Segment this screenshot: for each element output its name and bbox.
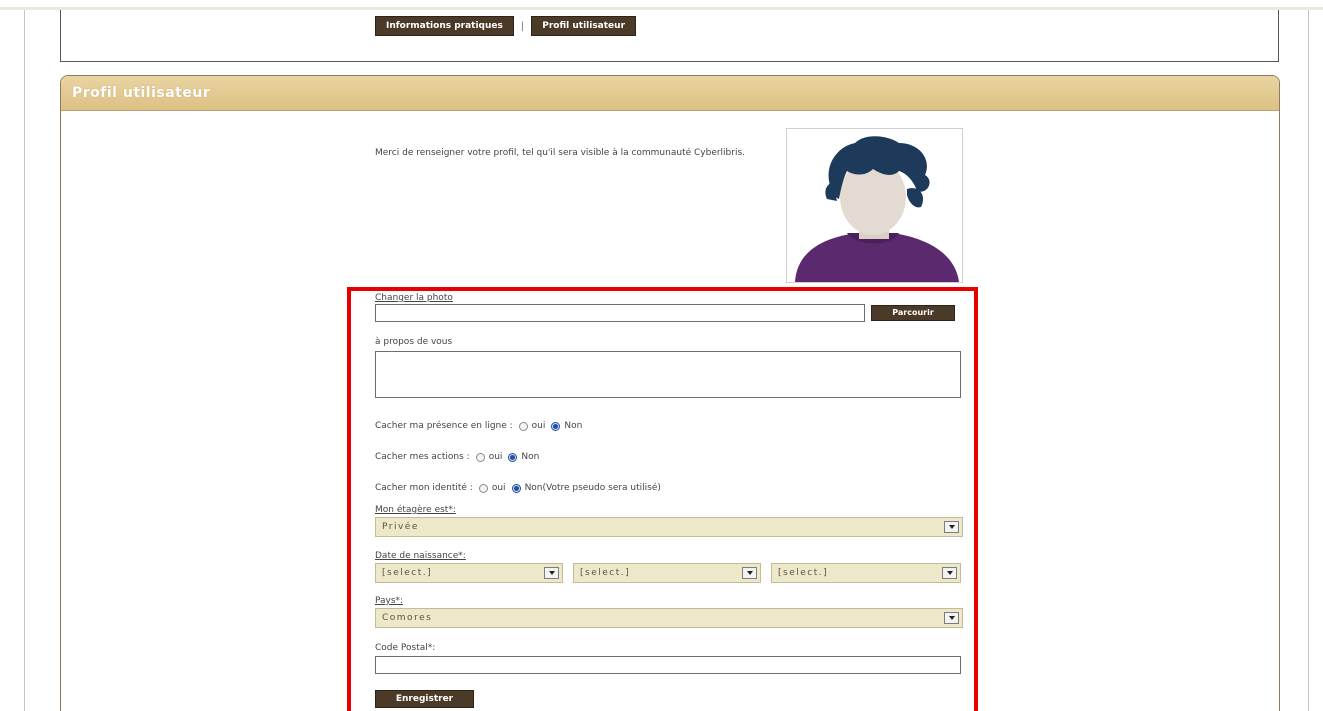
postal-input[interactable] xyxy=(375,656,961,674)
browse-button[interactable]: Parcourir xyxy=(871,305,955,321)
hide-actions-label: Cacher mes actions : xyxy=(375,452,470,462)
hide-actions-yes-radio[interactable] xyxy=(475,452,485,462)
tab-profil-utilisateur[interactable]: Profil utilisateur xyxy=(531,16,637,36)
hide-presence-no-label: Non xyxy=(564,421,583,431)
chevron-down-icon[interactable] xyxy=(942,567,957,579)
hide-identity-no-radio[interactable] xyxy=(511,483,521,493)
profile-photo xyxy=(786,128,963,283)
postal-label: Code Postal*: xyxy=(375,643,436,653)
avatar-icon xyxy=(787,129,962,282)
intro-text: Merci de renseigner votre profil, tel qu… xyxy=(375,148,746,158)
page: Informations pratiques | Profil utilisat… xyxy=(0,0,1323,711)
top-nav: Informations pratiques | Profil utilisat… xyxy=(375,16,637,36)
chevron-down-icon[interactable] xyxy=(544,567,559,579)
country-label: Pays*: xyxy=(375,596,404,606)
hide-presence-row: Cacher ma présence en ligne : oui Non xyxy=(375,420,582,432)
hide-presence-label: Cacher ma présence en ligne : xyxy=(375,421,513,431)
shelf-label: Mon étagère est*: xyxy=(375,505,456,515)
left-border xyxy=(24,10,25,711)
birth-year-select[interactable]: [select.] xyxy=(771,563,961,583)
about-label: à propos de vous xyxy=(375,337,453,347)
hide-actions-no-radio[interactable] xyxy=(508,452,518,462)
tab-informations-pratiques[interactable]: Informations pratiques xyxy=(375,16,514,36)
hide-identity-label: Cacher mon identité : xyxy=(375,483,473,493)
hide-actions-no-label: Non xyxy=(521,452,540,462)
shelf-select[interactable]: Privée xyxy=(375,517,963,537)
hide-presence-no-radio[interactable] xyxy=(551,421,561,431)
birth-month-value: [select.] xyxy=(580,568,631,578)
change-photo-label: Changer la photo xyxy=(375,293,453,303)
hide-identity-yes-label: oui xyxy=(491,483,506,493)
birth-year-value: [select.] xyxy=(778,568,829,578)
chevron-down-icon[interactable] xyxy=(944,612,959,624)
hide-actions-yes-label: oui xyxy=(488,452,503,462)
birth-label: Date de naissance*: xyxy=(375,551,466,561)
chevron-down-icon[interactable] xyxy=(742,567,757,579)
hide-identity-yes-radio[interactable] xyxy=(478,483,488,493)
country-select[interactable]: Comores xyxy=(375,608,963,628)
save-button[interactable]: Enregistrer xyxy=(375,690,474,708)
hide-actions-row: Cacher mes actions : oui Non xyxy=(375,451,539,463)
birth-month-select[interactable]: [select.] xyxy=(573,563,761,583)
right-border xyxy=(1308,10,1309,711)
hide-identity-row: Cacher mon identité : oui Non(Votre pseu… xyxy=(375,482,661,494)
tab-separator: | xyxy=(520,20,525,32)
hide-identity-no-label: Non(Votre pseudo sera utilisé) xyxy=(524,483,661,493)
birth-day-value: [select.] xyxy=(382,568,433,578)
hide-presence-yes-radio[interactable] xyxy=(518,421,528,431)
birth-day-select[interactable]: [select.] xyxy=(375,563,563,583)
country-select-value: Comores xyxy=(382,613,433,623)
chevron-down-icon[interactable] xyxy=(944,521,959,533)
top-nav-box xyxy=(60,10,1279,62)
photo-file-input[interactable] xyxy=(375,304,865,322)
about-textarea[interactable] xyxy=(375,351,961,398)
shelf-select-value: Privée xyxy=(382,522,419,532)
hide-presence-yes-label: oui xyxy=(531,421,546,431)
panel-title: Profil utilisateur xyxy=(61,76,1279,111)
